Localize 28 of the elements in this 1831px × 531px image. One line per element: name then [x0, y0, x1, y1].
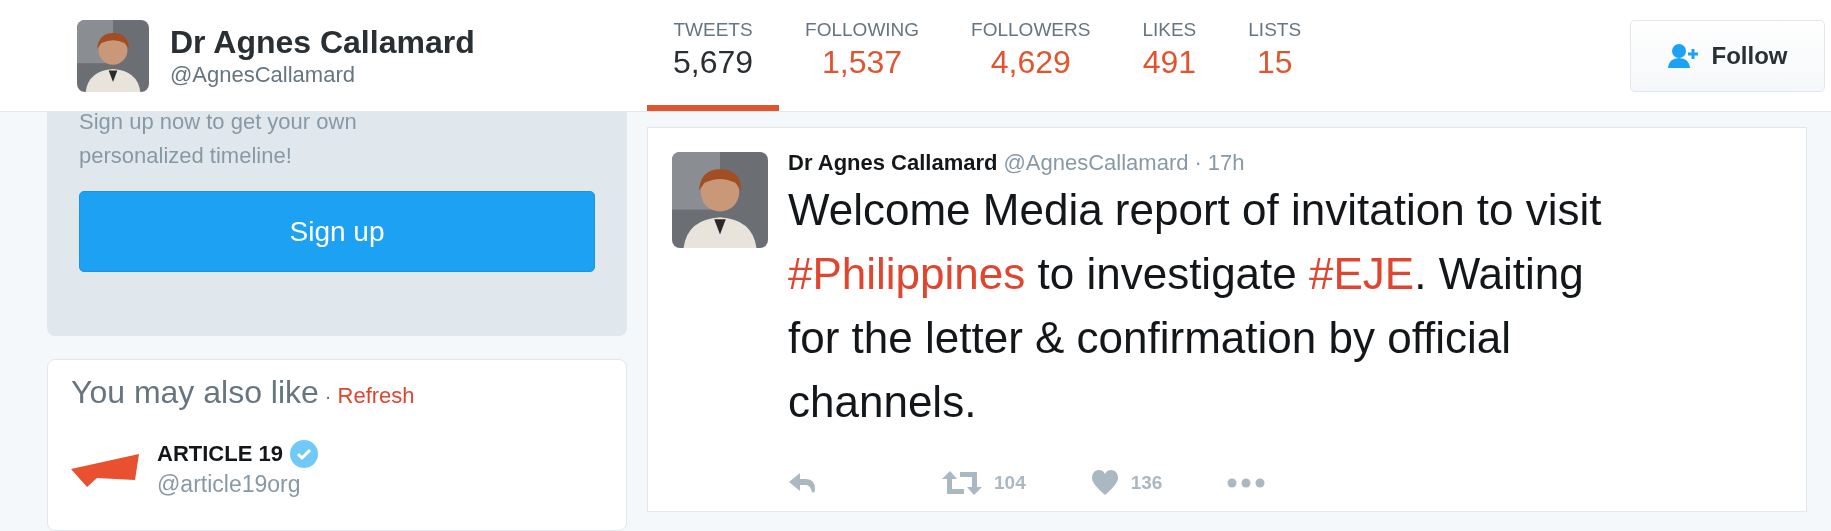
refresh-link[interactable]: Refresh: [337, 383, 415, 409]
profile-handle: @AgnesCallamard: [170, 60, 356, 89]
retweet-icon: [942, 470, 982, 496]
hashtag-link[interactable]: #Philippines: [788, 249, 1026, 298]
separator-dot: ·: [324, 385, 332, 408]
retweet-count: 104: [994, 472, 1026, 494]
stat-tab[interactable]: FOLLOWERS 4,629: [945, 0, 1117, 111]
stat-tab[interactable]: TWEETS 5,679: [647, 0, 780, 111]
author-name[interactable]: Dr Agnes Callamard: [788, 150, 998, 176]
account-handle: @article19org: [157, 471, 302, 498]
more-button[interactable]: [1227, 478, 1266, 488]
signup-button[interactable]: Sign up: [79, 191, 595, 272]
signup-prompt: Sign up now to get your own personalized timeline!: [79, 112, 358, 170]
more-icon: [1227, 478, 1266, 488]
hashtag-link[interactable]: #EJE: [1309, 249, 1415, 298]
account-name[interactable]: ARTICLE 19: [157, 441, 283, 467]
heart-icon: [1090, 470, 1119, 496]
section-title: You may also like: [71, 374, 319, 411]
stat-tab[interactable]: FOLLOWING 1,537: [779, 0, 946, 111]
tweet-text: Welcome Media report of invitation to visit #Philippines to investigate #EJE. Waiting for the letter & confirmation by official channels.: [788, 184, 1603, 428]
stat-tab[interactable]: LISTS 15: [1222, 0, 1328, 111]
profile-name: Dr Agnes Callamard: [170, 22, 475, 61]
author-handle[interactable]: @AgnesCallamard: [1003, 150, 1189, 176]
stat-tab[interactable]: LIKES 491: [1116, 0, 1223, 111]
follow-button[interactable]: Follow: [1630, 19, 1825, 92]
like-count: 136: [1130, 472, 1163, 494]
tweet-time[interactable]: 17h: [1207, 150, 1245, 176]
separator-dot: ·: [1194, 150, 1202, 176]
